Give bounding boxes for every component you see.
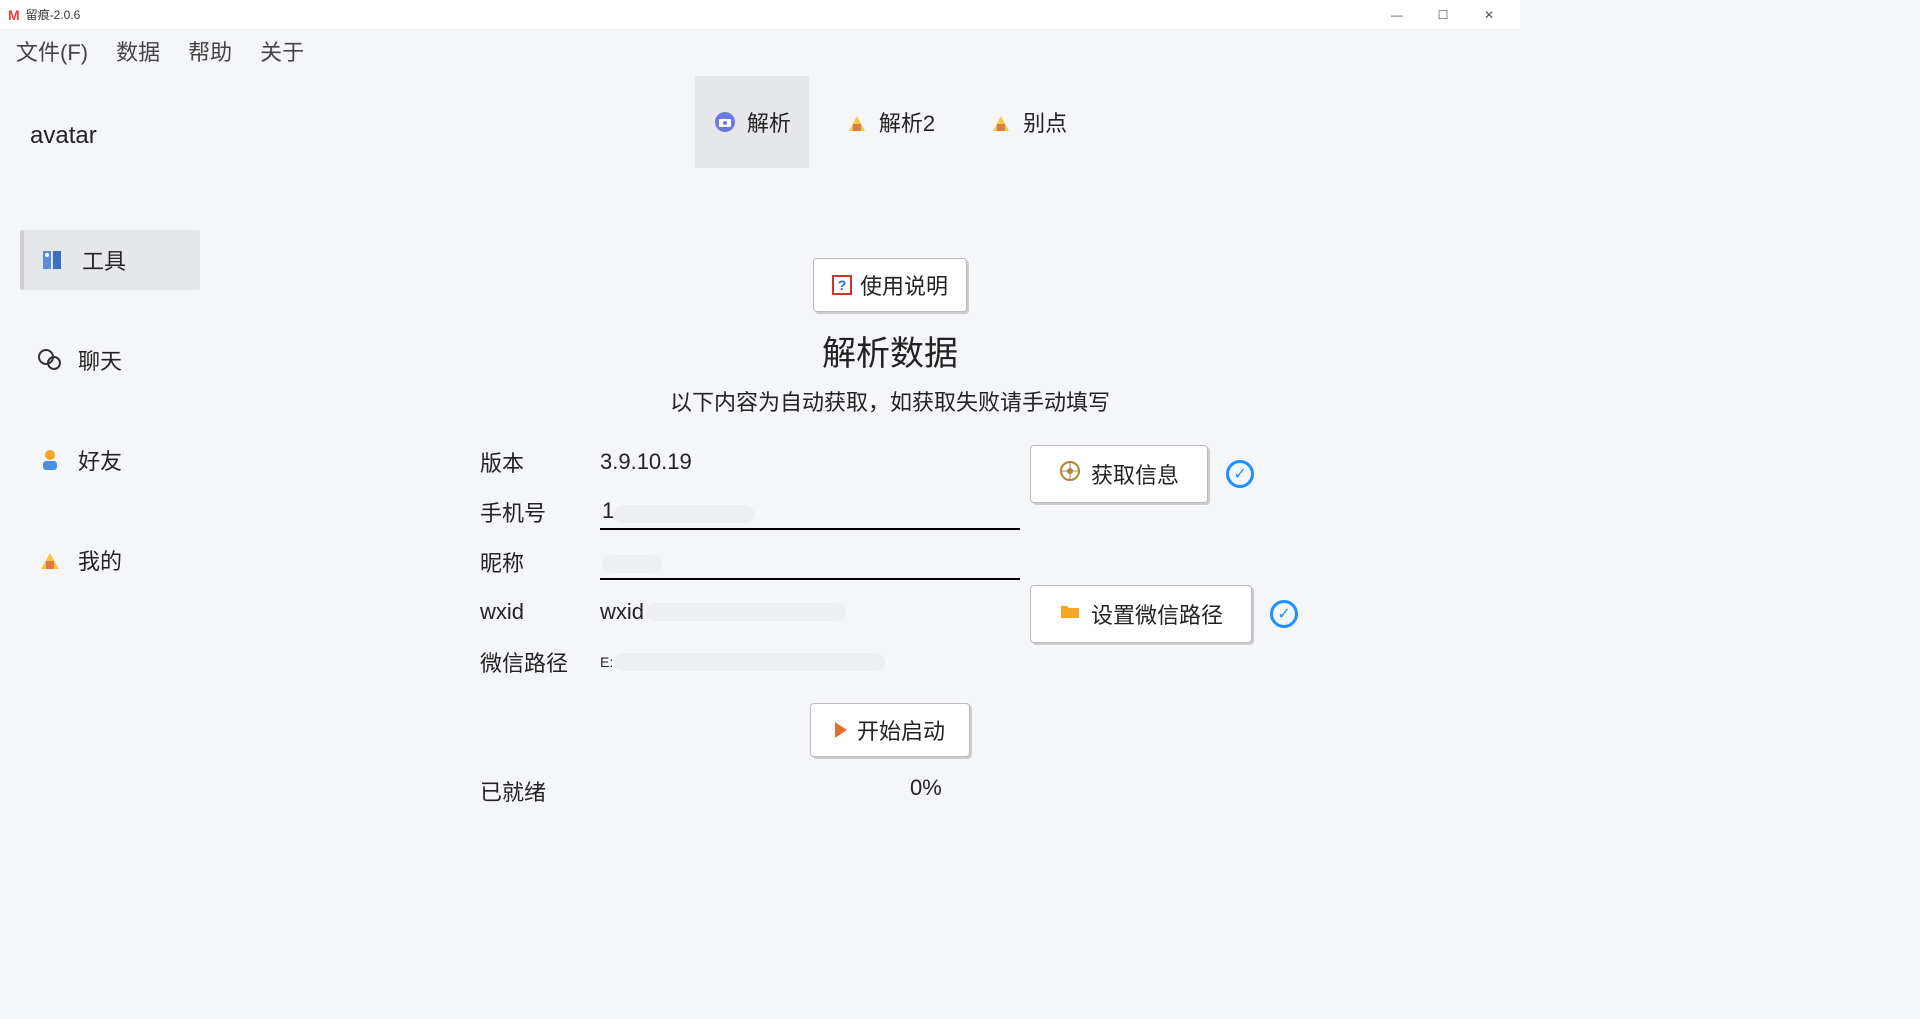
sidebar-item-mine[interactable]: 我的: [20, 530, 200, 590]
sidebar-item-friends[interactable]: 好友: [20, 430, 200, 490]
get-info-label: 获取信息: [1091, 458, 1179, 490]
house-icon: [989, 110, 1013, 134]
titlebar: M 留痕-2.0.6 — ☐ ✕: [0, 0, 1520, 30]
folder-icon: [1059, 600, 1081, 628]
get-info-button[interactable]: 获取信息: [1030, 445, 1208, 503]
row-path: 微信路径 E:: [480, 637, 1300, 687]
redacted: [614, 505, 754, 523]
section-subtitle: 以下内容为自动获取，如获取失败请手动填写: [670, 385, 1110, 417]
camera-icon: [713, 110, 737, 134]
section-title: 解析数据: [822, 326, 958, 375]
menubar: 文件(F) 数据 帮助 关于: [0, 30, 1520, 72]
help-button[interactable]: ? 使用说明: [813, 258, 967, 312]
help-button-label: 使用说明: [860, 269, 948, 301]
chat-icon: [36, 346, 64, 374]
set-path-label: 设置微信路径: [1091, 598, 1223, 630]
app-logo: M: [8, 7, 20, 23]
phone-label: 手机号: [480, 496, 600, 528]
sidebar-item-label: 好友: [78, 444, 122, 476]
phone-input[interactable]: 1: [602, 498, 614, 523]
sidebar-item-tools[interactable]: 工具: [20, 230, 200, 290]
tabs: 解析 解析2 别点: [695, 76, 1085, 168]
set-path-button[interactable]: 设置微信路径: [1030, 585, 1252, 643]
sidebar-item-label: 工具: [82, 244, 126, 276]
maximize-icon: ☐: [1438, 8, 1449, 22]
redacted: [615, 653, 885, 671]
redacted: [646, 603, 846, 621]
play-icon: [835, 722, 847, 738]
redacted: [602, 555, 662, 573]
house-icon: [845, 110, 869, 134]
minimize-button[interactable]: —: [1374, 0, 1420, 30]
minimize-icon: —: [1391, 8, 1403, 22]
sidebar-item-label: 聊天: [78, 344, 122, 376]
tab-dontclick[interactable]: 别点: [971, 76, 1085, 168]
tools-icon: [40, 246, 68, 274]
sidebar: avatar 工具 聊天 好友: [0, 72, 260, 800]
sidebar-item-chat[interactable]: 聊天: [20, 330, 200, 390]
version-label: 版本: [480, 446, 600, 478]
start-label: 开始启动: [857, 714, 945, 746]
check-icon: ✓: [1270, 600, 1298, 628]
status-row: 已就绪 0%: [480, 775, 1300, 807]
close-icon: ✕: [1484, 8, 1494, 22]
window-title: 留痕-2.0.6: [26, 6, 81, 23]
menu-help[interactable]: 帮助: [180, 31, 240, 71]
mine-icon: [36, 546, 64, 574]
tab-parse2[interactable]: 解析2: [827, 76, 953, 168]
version-value: 3.9.10.19: [600, 449, 692, 475]
friends-icon: [36, 446, 64, 474]
tab-label: 解析: [747, 106, 791, 138]
tab-label: 解析2: [879, 106, 935, 138]
path-label: 微信路径: [480, 646, 600, 678]
menu-about[interactable]: 关于: [252, 31, 312, 71]
close-button[interactable]: ✕: [1466, 0, 1512, 30]
path-value: E:: [600, 654, 613, 670]
tab-label: 别点: [1023, 106, 1067, 138]
question-icon: ?: [832, 275, 852, 295]
wxid-value: wxid: [600, 599, 644, 625]
menu-data[interactable]: 数据: [108, 31, 168, 71]
tab-parse[interactable]: 解析: [695, 76, 809, 168]
row-nick: 昵称: [480, 537, 1300, 587]
status-ready: 已就绪: [480, 775, 910, 807]
status-progress: 0%: [910, 775, 942, 807]
menu-file[interactable]: 文件(F): [8, 31, 96, 71]
avatar: avatar: [30, 122, 260, 150]
wxid-label: wxid: [480, 599, 600, 625]
main-panel: 解析 解析2 别点 ? 使用说明 解析数据 以下内容为自动获取，如获取失败请手动…: [260, 72, 1520, 800]
nick-label: 昵称: [480, 546, 600, 578]
sidebar-item-label: 我的: [78, 544, 122, 576]
check-icon: ✓: [1226, 460, 1254, 488]
radio-icon: [1059, 460, 1081, 488]
maximize-button[interactable]: ☐: [1420, 0, 1466, 30]
start-button[interactable]: 开始启动: [810, 703, 970, 757]
